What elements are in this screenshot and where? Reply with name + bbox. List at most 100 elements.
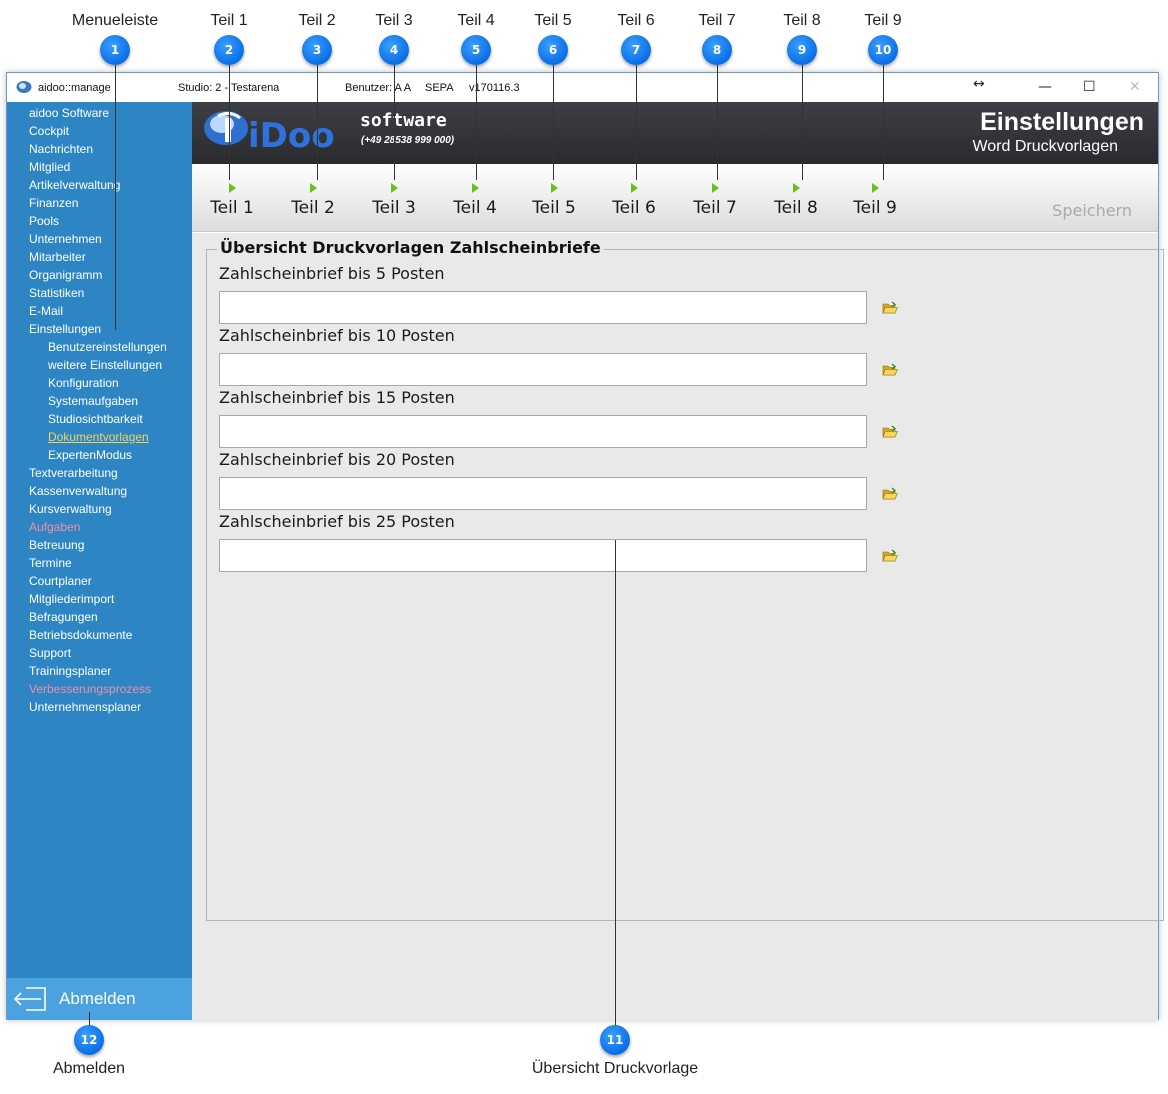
annotation-label-teil-4: Teil 4 (457, 12, 495, 29)
play-arrow-icon (793, 183, 800, 193)
sidebar-item-kassenverwaltung[interactable]: Kassenverwaltung (29, 484, 127, 498)
sidebar-item-konfiguration[interactable]: Konfiguration (48, 376, 119, 390)
sidebar-item-systemaufgaben[interactable]: Systemaufgaben (48, 394, 138, 408)
sidebar-item-unternehmensplaner[interactable]: Unternehmensplaner (29, 700, 141, 714)
folder-open-icon[interactable] (882, 549, 898, 563)
leader-line (115, 65, 116, 330)
sidebar-item-trainingsplaner[interactable]: Trainingsplaner (29, 664, 111, 678)
sidebar-item-cockpit[interactable]: Cockpit (29, 124, 69, 138)
resize-icon[interactable]: ↔ (973, 76, 985, 92)
leader-line (636, 65, 637, 180)
sidebar-item-mitgliederimport[interactable]: Mitgliederimport (29, 592, 114, 606)
folder-open-icon[interactable] (882, 425, 898, 439)
sidebar-item-nachrichten[interactable]: Nachrichten (29, 142, 93, 156)
annotation-badge-8: 8 (702, 35, 732, 65)
leader-line (883, 65, 884, 180)
window-title: aidoo::manage (38, 82, 111, 94)
template-path-input-4[interactable] (219, 477, 867, 510)
tab-teil-1[interactable]: Teil 1 (197, 164, 267, 232)
folder-open-icon[interactable] (882, 363, 898, 377)
play-arrow-icon (631, 183, 638, 193)
aidoo-app-icon (16, 81, 32, 93)
sidebar-item-e-mail[interactable]: E-Mail (29, 304, 63, 318)
annotation-label-teil-7: Teil 7 (698, 12, 736, 29)
sidebar-item-aufgaben[interactable]: Aufgaben (29, 520, 80, 534)
minimize-button[interactable]: — (1038, 79, 1052, 95)
sidebar-item-textverarbeitung[interactable]: Textverarbeitung (29, 466, 118, 480)
druckvorlagen-group: Übersicht Druckvorlagen Zahlscheinbriefe… (206, 238, 1164, 921)
tab-teil-9[interactable]: Teil 9 (840, 164, 910, 232)
tab-teil-6[interactable]: Teil 6 (599, 164, 669, 232)
template-path-input-2[interactable] (219, 353, 867, 386)
tab-teil-7[interactable]: Teil 7 (680, 164, 750, 232)
tab-label: Teil 8 (774, 198, 818, 218)
tab-label: Teil 9 (853, 198, 897, 218)
page-title: Einstellungen (980, 108, 1144, 136)
sidebar-item-mitglied[interactable]: Mitglied (29, 160, 70, 174)
sidebar-item-aidoo-software[interactable]: aidoo Software (29, 106, 109, 120)
leader-line (615, 540, 616, 1026)
sidebar-item-expertenmodus[interactable]: ExpertenModus (48, 448, 132, 462)
annotation-label-abmelden: Abmelden (52, 1060, 126, 1077)
leader-line (717, 65, 718, 180)
sidebar-item-unternehmen[interactable]: Unternehmen (29, 232, 102, 246)
folder-open-icon[interactable] (882, 301, 898, 315)
sidebar-item-benutzereinstellungen[interactable]: Benutzereinstellungen (48, 340, 167, 354)
logo-software-text: software (360, 110, 447, 131)
template-path-input-3[interactable] (219, 415, 867, 448)
template-path-input-5[interactable] (219, 539, 867, 572)
sidebar-item-betreuung[interactable]: Betreuung (29, 538, 84, 552)
sidebar-item-courtplaner[interactable]: Courtplaner (29, 574, 92, 588)
template-path-input-1[interactable] (219, 291, 867, 324)
annotation-badge-3: 3 (302, 35, 332, 65)
sidebar-item-weitere-einstellungen[interactable]: weitere Einstellungen (48, 358, 162, 372)
sidebar-item-kursverwaltung[interactable]: Kursverwaltung (29, 502, 112, 516)
logout-button[interactable]: Abmelden (7, 978, 192, 1020)
field-label: Zahlscheinbrief bis 25 Posten (219, 512, 455, 531)
sidebar-item-finanzen[interactable]: Finanzen (29, 196, 78, 210)
play-arrow-icon (712, 183, 719, 193)
page-subtitle: Word Druckvorlagen (972, 138, 1118, 155)
sidebar-item-studiosichtbarkeit[interactable]: Studiosichtbarkeit (48, 412, 143, 426)
sidebar-item-verbesserungsprozess[interactable]: Verbesserungsprozess (29, 682, 151, 696)
save-button[interactable]: Speichern (1052, 201, 1132, 220)
sidebar-item-organigramm[interactable]: Organigramm (29, 268, 102, 282)
annotation-badge-9: 9 (787, 35, 817, 65)
sidebar-item-artikelverwaltung[interactable]: Artikelverwaltung (29, 178, 120, 192)
tab-label: Teil 3 (372, 198, 416, 218)
tab-label: Teil 6 (612, 198, 656, 218)
sidebar-item-statistiken[interactable]: Statistiken (29, 286, 84, 300)
tab-teil-5[interactable]: Teil 5 (519, 164, 589, 232)
tab-teil-2[interactable]: Teil 2 (278, 164, 348, 232)
sidebar-item-support[interactable]: Support (29, 646, 71, 660)
sidebar-item-befragungen[interactable]: Befragungen (29, 610, 98, 624)
annotation-badge-12: 12 (74, 1025, 104, 1055)
tab-teil-8[interactable]: Teil 8 (761, 164, 831, 232)
annotation-badge-1: 1 (100, 35, 130, 65)
tab-label: Teil 2 (291, 198, 335, 218)
sidebar-item-einstellungen[interactable]: Einstellungen (29, 322, 101, 336)
user-info: Benutzer: A A (345, 82, 412, 94)
content-area: Übersicht Druckvorlagen Zahlscheinbriefe… (192, 233, 1164, 1020)
maximize-button[interactable]: ☐ (1083, 79, 1096, 95)
close-button[interactable]: ✕ (1129, 79, 1141, 95)
tab-teil-4[interactable]: Teil 4 (440, 164, 510, 232)
sepa-info: SEPA (425, 82, 454, 94)
play-arrow-icon (391, 183, 398, 193)
sidebar-item-dokumentvorlagen[interactable]: Dokumentvorlagen (48, 430, 149, 444)
play-arrow-icon (229, 183, 236, 193)
annotation-badge-11: 11 (600, 1025, 630, 1055)
sidebar-item-mitarbeiter[interactable]: Mitarbeiter (29, 250, 86, 264)
logout-arrow-icon (13, 987, 46, 1011)
sidebar-item-pools[interactable]: Pools (29, 214, 59, 228)
sidebar-item-betriebsdokumente[interactable]: Betriebsdokumente (29, 628, 132, 642)
annotation-badge-4: 4 (379, 35, 409, 65)
field-label: Zahlscheinbrief bis 15 Posten (219, 388, 455, 407)
folder-open-icon[interactable] (882, 487, 898, 501)
annotation-badge-6: 6 (538, 35, 568, 65)
sidebar-item-termine[interactable]: Termine (29, 556, 72, 570)
toolbar: Teil 1 Teil 2 Teil 3 Teil 4 Teil 5 Teil … (192, 164, 1158, 232)
annotation-label-menueleiste: Menueleiste (71, 12, 159, 29)
tab-label: Teil 1 (210, 198, 254, 218)
leader-line (476, 65, 477, 180)
